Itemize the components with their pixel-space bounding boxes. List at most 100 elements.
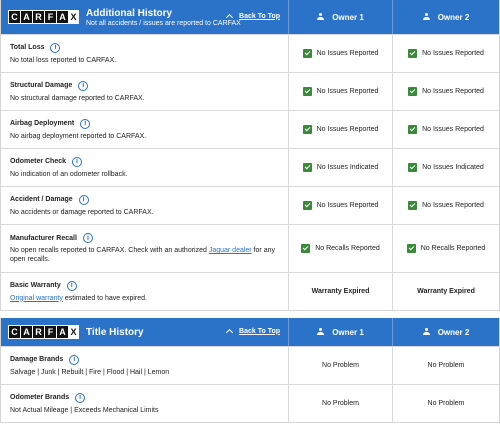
additional-history-header: CARFAX Additional History Not all accide… <box>1 0 499 34</box>
owner2-status: No Issues Reported <box>393 187 499 224</box>
owner1-status: No Issues Reported <box>289 35 393 72</box>
logo-letter: F <box>45 11 56 23</box>
desc-text: No open recalls reported to CARFAX. Chec… <box>10 247 209 254</box>
logo-letter: R <box>33 326 44 338</box>
carfax-logo: CARFAX <box>8 325 79 339</box>
owner-label: Owner 2 <box>437 12 470 22</box>
row-lead: Manufacturer Recall i No open recalls rep… <box>1 225 289 272</box>
title-history-header: CARFAX Title History Back To Top Owner 1… <box>1 318 499 346</box>
history-row-accident-damage: Accident / Damage i No accidents or damag… <box>1 186 499 224</box>
logo-letter: A <box>21 326 32 338</box>
section-title: Title History <box>86 326 144 338</box>
owner1-status: No Problem <box>289 385 393 422</box>
check-icon <box>302 87 312 96</box>
jaguar-dealer-link[interactable]: Jaguar dealer <box>209 247 252 254</box>
row-label: Total Loss i <box>10 42 279 53</box>
owner1-header: Owner 1 <box>289 318 393 346</box>
owner-label: Owner 1 <box>332 12 364 22</box>
check-icon <box>408 49 418 58</box>
row-lead: Odometer Check i No indication of an odom… <box>1 149 289 186</box>
check-icon <box>302 163 312 172</box>
row-description: No airbag deployment reported to CARFAX. <box>10 132 147 140</box>
owner1-status: No Issues Reported <box>289 73 393 110</box>
check-icon <box>302 125 312 134</box>
check-icon <box>302 49 312 58</box>
row-lead: Airbag Deployment i No airbag deployment … <box>1 111 289 148</box>
row-label: Airbag Deployment i <box>10 118 279 129</box>
row-description: No total loss reported to CARFAX. <box>10 56 117 64</box>
person-icon <box>422 13 430 21</box>
row-label-text: Total Loss <box>10 44 45 51</box>
row-description: Salvage | Junk | Rebuilt | Fire | Flood … <box>10 368 170 376</box>
history-row-basic-warranty: Basic Warranty i Original warranty estima… <box>1 272 499 310</box>
check-icon <box>301 244 311 253</box>
back-to-top-label: Back To Top <box>239 12 280 20</box>
owner2-status: No Issues Reported <box>393 35 499 72</box>
info-icon[interactable]: i <box>78 80 89 91</box>
row-label: Odometer Check i <box>10 156 279 167</box>
row-lead: Odometer Brands i Not Actual Mileage | Ex… <box>1 385 289 422</box>
owner2-header: Owner 2 <box>393 318 499 346</box>
person-icon <box>317 13 325 21</box>
row-label-text: Damage Brands <box>10 356 64 363</box>
info-icon[interactable]: i <box>82 233 93 243</box>
header-title-wrap: Additional History Not all accidents / i… <box>86 8 241 27</box>
header-lead: CARFAX Additional History Not all accide… <box>1 0 289 34</box>
status-text: No Issues Reported <box>316 126 379 133</box>
status-text: No Recalls Reported <box>315 245 380 252</box>
status-text: No Issues Reported <box>422 126 484 133</box>
logo-letter: A <box>57 326 68 338</box>
info-icon[interactable]: i <box>80 118 91 129</box>
row-lead: Total Loss i No total loss reported to CA… <box>1 35 289 72</box>
info-icon[interactable]: i <box>75 392 86 403</box>
info-icon[interactable]: i <box>72 156 83 167</box>
history-row-odometer-check: Odometer Check i No indication of an odom… <box>1 148 499 186</box>
row-description: No accidents or damage reported to CARFA… <box>10 208 154 216</box>
check-icon <box>408 87 418 96</box>
owner1-status: No Issues Reported <box>289 111 393 148</box>
logo-letter: R <box>33 11 44 23</box>
owner1-status: No Issues Indicated <box>289 149 393 186</box>
original-warranty-link[interactable]: Original warranty <box>10 295 63 302</box>
check-icon <box>406 244 416 253</box>
info-icon[interactable]: i <box>78 194 89 205</box>
row-lead: Basic Warranty i Original warranty estima… <box>1 273 289 310</box>
owner2-status: No Problem <box>427 400 465 407</box>
history-row-manufacturer-recall: Manufacturer Recall i No open recalls rep… <box>1 224 499 272</box>
chevron-up-icon <box>225 13 234 22</box>
info-icon[interactable]: i <box>50 42 61 53</box>
owner2-status: No Issues Indicated <box>393 149 499 186</box>
back-to-top-label: Back To Top <box>239 327 280 335</box>
owner2-status: Warranty Expired <box>417 288 475 295</box>
check-icon <box>408 125 418 134</box>
section-subtitle: Not all accidents / issues are reported … <box>86 19 241 27</box>
back-to-top-link[interactable]: Back To Top <box>225 12 280 22</box>
check-icon <box>408 201 418 210</box>
status-text: No Issues Reported <box>422 202 484 209</box>
owner2-status: No Issues Reported <box>393 73 499 110</box>
row-lead: Accident / Damage i No accidents or damag… <box>1 187 289 224</box>
owner-label: Owner 1 <box>332 327 364 337</box>
history-row-structural-damage: Structural Damage i No structural damage … <box>1 72 499 110</box>
owner2-status: No Recalls Reported <box>393 225 499 272</box>
status-text: No Issues Indicated <box>316 164 379 171</box>
row-description: Original warranty estimated to have expi… <box>10 294 279 303</box>
back-to-top-link[interactable]: Back To Top <box>225 327 280 337</box>
title-row-odometer-brands: Odometer Brands i Not Actual Mileage | Ex… <box>1 384 499 422</box>
check-icon <box>408 163 418 172</box>
row-label-text: Basic Warranty <box>10 282 61 289</box>
info-icon[interactable]: i <box>69 354 80 365</box>
owner1-status: No Recalls Reported <box>289 225 393 272</box>
status-text: No Issues Reported <box>316 202 379 209</box>
row-label-text: Accident / Damage <box>10 196 73 203</box>
logo-letter: A <box>21 11 32 23</box>
row-label-text: Structural Damage <box>10 82 73 89</box>
row-label: Accident / Damage i <box>10 194 279 205</box>
person-icon <box>422 328 430 336</box>
status-text: No Issues Reported <box>422 50 484 57</box>
logo-letter: C <box>9 11 20 23</box>
person-icon <box>317 328 325 336</box>
logo-letter: X <box>69 11 78 23</box>
row-label: Damage Brands i <box>10 354 279 365</box>
info-icon[interactable]: i <box>66 280 77 291</box>
